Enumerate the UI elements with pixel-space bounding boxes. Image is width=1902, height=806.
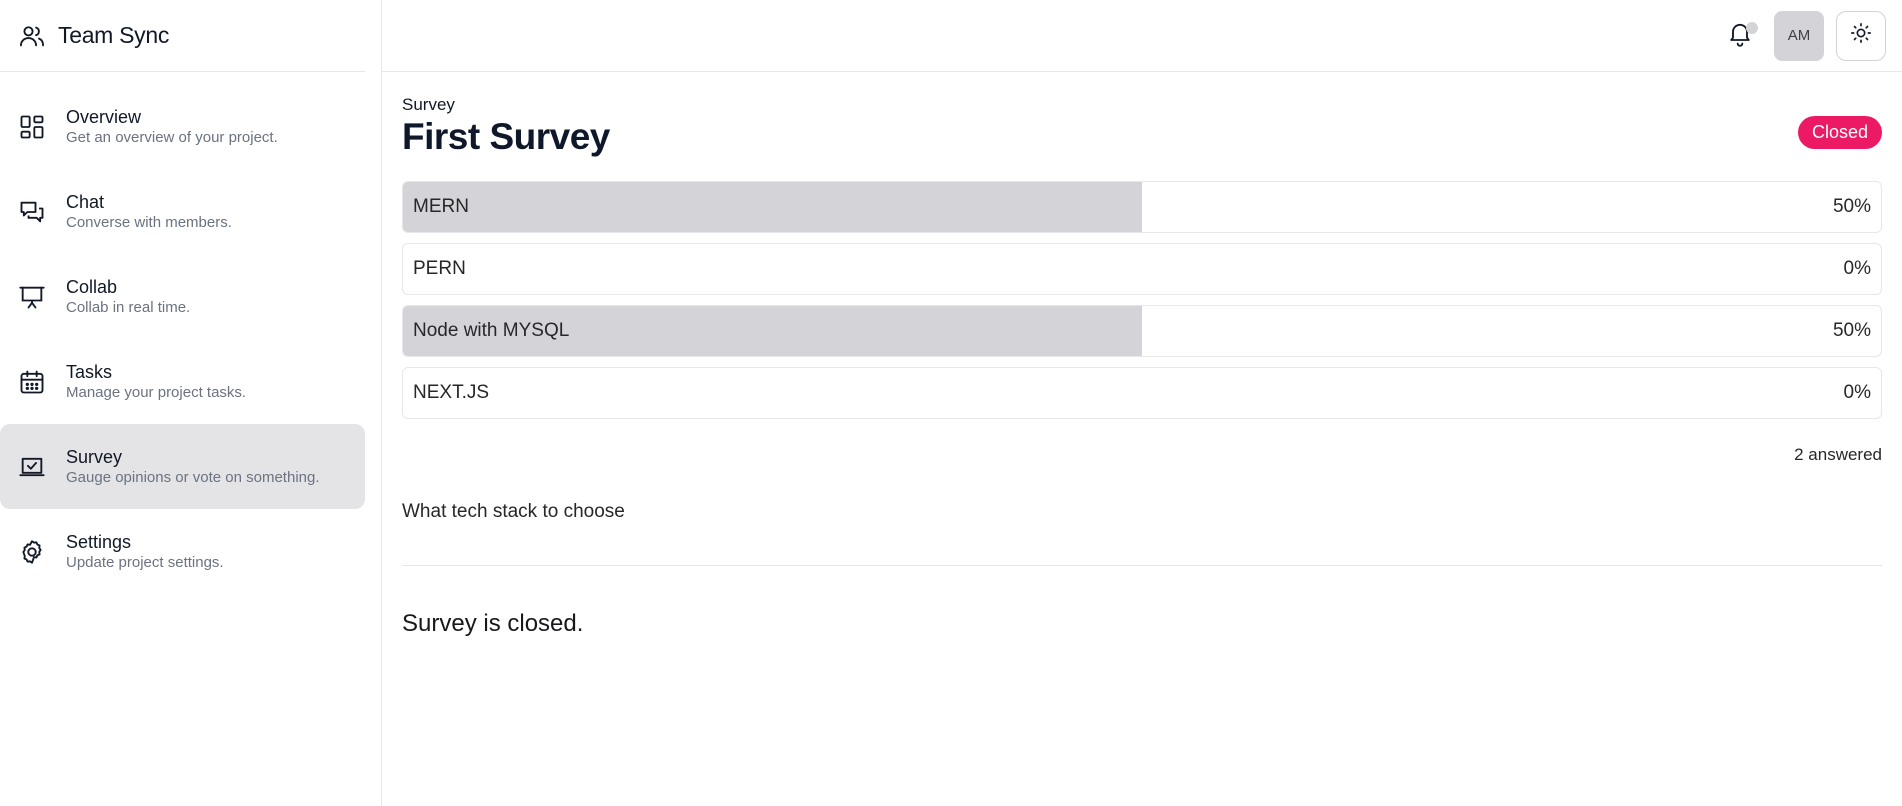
option-result-bar — [403, 182, 1142, 232]
option-percent: 0% — [1843, 382, 1871, 403]
avatar[interactable]: AM — [1774, 10, 1824, 61]
survey-icon — [16, 451, 48, 483]
sidebar-item-label: Collab — [66, 276, 118, 297]
users-icon — [16, 20, 48, 52]
sidebar-item-description: Manage your project tasks. — [66, 383, 247, 401]
option-percent: 0% — [1843, 258, 1871, 279]
presentation-icon — [16, 281, 48, 313]
notification-dot — [1746, 21, 1758, 34]
sidebar-item-label: Overview — [66, 106, 142, 127]
survey-option[interactable]: Node with MYSQL 50% — [402, 305, 1882, 357]
answered-count: 2 answered — [1794, 445, 1882, 464]
page-title: First Survey — [402, 116, 610, 157]
sidebar-item-label: Chat — [66, 191, 105, 212]
brand[interactable]: Team Sync — [0, 0, 365, 72]
survey-closed-message: Survey is closed. — [402, 610, 584, 637]
sidebar-item-collab[interactable]: Collab Collab in real time. — [0, 254, 365, 339]
option-label: NEXT.JS — [413, 382, 490, 403]
survey-option[interactable]: NEXT.JS 0% — [402, 367, 1882, 419]
sidebar-item-label: Tasks — [66, 361, 113, 382]
sidebar-item-label: Survey — [66, 446, 123, 467]
sun-icon — [1850, 22, 1872, 49]
survey-question: What tech stack to choose — [402, 501, 625, 522]
sidebar-item-description: Get an overview of your project. — [66, 128, 278, 146]
brand-name: Team Sync — [58, 22, 170, 48]
sidebar-item-description: Converse with members. — [66, 213, 232, 231]
survey-options: MERN 50% PERN 0% Node with MYSQL 50% NEX… — [402, 181, 1882, 419]
survey-header: Survey First Survey Closed — [402, 95, 1882, 159]
top-bar: AM — [382, 0, 1902, 72]
divider — [402, 565, 1882, 566]
status-badge: Closed — [1797, 116, 1882, 149]
chat-icon — [16, 196, 48, 228]
survey-option[interactable]: PERN 0% — [402, 243, 1882, 295]
sidebar: Team Sync Overview Get an overview of yo… — [0, 0, 382, 806]
option-label: Node with MYSQL — [413, 320, 570, 341]
sidebar-item-description: Gauge opinions or vote on something. — [66, 468, 320, 486]
sidebar-nav: Overview Get an overview of your project… — [0, 84, 381, 594]
sidebar-item-chat[interactable]: Chat Converse with members. — [0, 169, 365, 254]
sidebar-item-settings[interactable]: Settings Update project settings. — [0, 509, 365, 594]
sidebar-item-survey[interactable]: Survey Gauge opinions or vote on somethi… — [0, 424, 365, 509]
option-percent: 50% — [1832, 196, 1871, 217]
app-root: Team Sync Overview Get an overview of yo… — [0, 0, 1902, 806]
calendar-icon — [16, 366, 48, 398]
gear-icon — [16, 536, 48, 568]
sidebar-item-description: Collab in real time. — [66, 298, 191, 316]
survey-option[interactable]: MERN 50% — [402, 181, 1882, 233]
option-percent: 50% — [1832, 320, 1871, 341]
notifications-button[interactable] — [1718, 14, 1762, 58]
option-label: PERN — [413, 258, 466, 279]
main-content: AM Survey First Survey Closed MERN 50% P… — [382, 0, 1902, 806]
option-label: MERN — [413, 196, 469, 217]
sidebar-item-label: Settings — [66, 531, 132, 552]
theme-toggle-button[interactable] — [1836, 10, 1886, 61]
page-eyebrow: Survey — [402, 95, 455, 114]
sidebar-item-description: Update project settings. — [66, 553, 224, 571]
dashboard-icon — [16, 111, 48, 143]
sidebar-item-tasks[interactable]: Tasks Manage your project tasks. — [0, 339, 365, 424]
sidebar-item-overview[interactable]: Overview Get an overview of your project… — [0, 84, 365, 169]
survey-panel: Survey First Survey Closed MERN 50% PERN… — [382, 72, 1902, 638]
